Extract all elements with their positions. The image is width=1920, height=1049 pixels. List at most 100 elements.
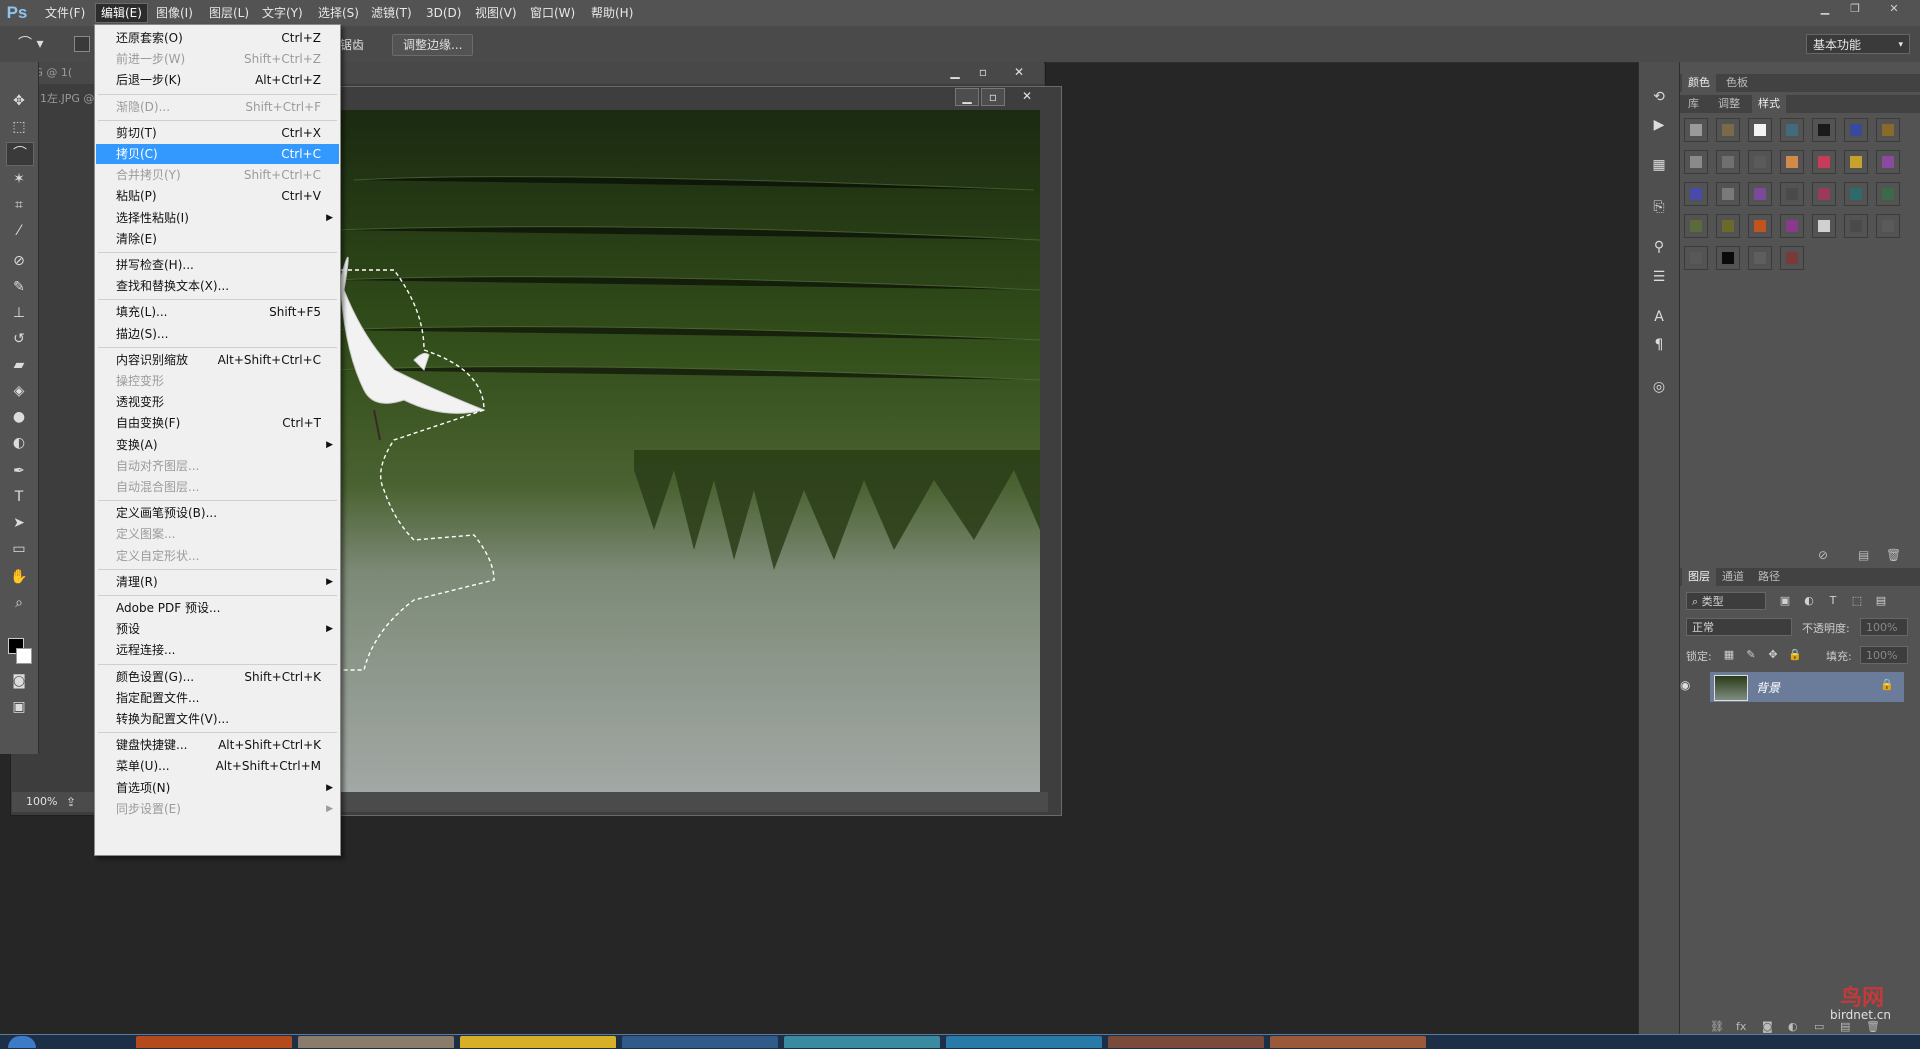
minimize-icon[interactable]: ▁	[1812, 0, 1838, 18]
menu-8[interactable]: 视图(V)	[470, 4, 522, 22]
style-swatch[interactable]	[1684, 118, 1708, 142]
eraser-tool-icon[interactable]: ▰	[6, 354, 32, 376]
style-swatch[interactable]	[1876, 118, 1900, 142]
menu-2[interactable]: 图像(I)	[151, 4, 198, 22]
delete-style-icon[interactable]: 🗑	[1886, 548, 1901, 562]
style-swatch[interactable]	[1780, 118, 1804, 142]
blend-mode-select[interactable]: 正常	[1686, 618, 1792, 636]
filter-smart-object-icon[interactable]: ▤	[1872, 592, 1890, 610]
dodge-tool-icon[interactable]: ◐	[6, 432, 32, 454]
style-swatch[interactable]	[1716, 246, 1740, 270]
taskbar-item-7[interactable]	[1108, 1036, 1264, 1048]
style-swatch[interactable]	[1780, 214, 1804, 238]
menu-3[interactable]: 图层(L)	[204, 4, 254, 22]
properties-panel-icon[interactable]: ▦	[1648, 154, 1670, 176]
taskbar-item-5[interactable]	[784, 1036, 940, 1048]
style-swatch[interactable]	[1844, 182, 1868, 206]
style-swatch[interactable]	[1684, 150, 1708, 174]
style-swatch[interactable]	[1844, 214, 1868, 238]
crop-tool-icon[interactable]: ⌗	[6, 194, 32, 216]
layer-filter-select[interactable]: ⌕ 类型	[1686, 592, 1766, 610]
lock-all-icon[interactable]: 🔒	[1786, 646, 1804, 664]
move-tool-icon[interactable]: ✥	[6, 90, 32, 112]
lasso-preset-icon[interactable]: ⌒ ▾	[18, 34, 58, 54]
edit-menu-item[interactable]: 拷贝(C) Ctrl+C	[96, 144, 339, 164]
style-swatch[interactable]	[1748, 214, 1772, 238]
edit-menu-item[interactable]: 选择性粘贴(I) ▶	[96, 208, 339, 228]
edit-menu-item[interactable]: 清理(R) ▶	[96, 572, 339, 592]
fill-field[interactable]: 100%	[1860, 646, 1908, 664]
taskbar-item-8[interactable]	[1270, 1036, 1426, 1048]
menu-1[interactable]: 编辑(E)	[95, 3, 148, 23]
doc-back-restore-icon[interactable]: ▫	[972, 64, 994, 80]
style-swatch[interactable]	[1812, 182, 1836, 206]
shape-tool-icon[interactable]: ▭	[6, 538, 32, 560]
link-layers-icon[interactable]: ⛓	[1710, 1020, 1724, 1033]
zoom-level[interactable]: 100%	[26, 792, 57, 812]
style-swatch[interactable]	[1876, 182, 1900, 206]
quick-mask-icon[interactable]: ◙	[6, 670, 32, 692]
lock-pixels-icon[interactable]: ✎	[1742, 646, 1760, 664]
style-swatch[interactable]	[1844, 118, 1868, 142]
edit-menu-item[interactable]: 内容识别缩放 Alt+Shift+Ctrl+C	[96, 350, 339, 370]
lock-transparency-icon[interactable]: ▦	[1720, 646, 1738, 664]
canvas-photo-egret[interactable]	[334, 110, 1040, 792]
new-style-icon[interactable]: ▤	[1858, 548, 1869, 562]
menu-5[interactable]: 选择(S)	[313, 4, 364, 22]
tab-layers[interactable]: 图层	[1682, 568, 1716, 586]
doc-restore-icon[interactable]: ▫	[981, 88, 1005, 106]
zoom-tool-icon[interactable]: ⌕	[6, 592, 32, 614]
3d-panel-icon[interactable]: ◎	[1648, 376, 1670, 398]
edit-menu-item[interactable]: 首选项(N) ▶	[96, 778, 339, 798]
edit-menu-item[interactable]: 键盘快捷键... Alt+Shift+Ctrl+K	[96, 735, 339, 755]
close-icon[interactable]: ✕	[1874, 0, 1914, 18]
edit-menu-item[interactable]: 定义画笔预设(B)...	[96, 503, 339, 523]
filter-shape-icon[interactable]: ⬚	[1848, 592, 1866, 610]
taskbar-item-4[interactable]	[622, 1036, 778, 1048]
style-swatch[interactable]	[1684, 182, 1708, 206]
style-swatch[interactable]	[1684, 246, 1708, 270]
filter-type-icon[interactable]: T	[1824, 592, 1842, 610]
refine-edge-button[interactable]: 调整边缘...	[392, 34, 474, 56]
paragraph-panel-icon[interactable]: ¶	[1648, 334, 1670, 356]
doc-back-minimize-icon[interactable]: ▁	[944, 64, 966, 80]
filter-pixel-icon[interactable]: ▣	[1776, 592, 1794, 610]
workspace-select[interactable]: 基本功能 ▾	[1806, 34, 1910, 54]
style-swatch[interactable]	[1748, 150, 1772, 174]
taskbar-item-1[interactable]	[136, 1036, 292, 1048]
lock-position-icon[interactable]: ✥	[1764, 646, 1782, 664]
edit-menu-item[interactable]: 颜色设置(G)... Shift+Ctrl+K	[96, 667, 339, 687]
doc-close-icon[interactable]: ✕	[1016, 88, 1038, 104]
share-icon[interactable]: ⇪	[66, 792, 76, 812]
edit-menu-item[interactable]: 后退一步(K) Alt+Ctrl+Z	[96, 70, 339, 90]
adjustments-panel-icon[interactable]: ☰	[1648, 266, 1670, 288]
magic-wand-tool-icon[interactable]: ✶	[6, 168, 32, 190]
menu-6[interactable]: 滤镜(T)	[366, 4, 417, 22]
style-swatch[interactable]	[1716, 118, 1740, 142]
layer-row-background[interactable]: ◉ 背景 🔒	[1680, 672, 1904, 702]
tab-styles[interactable]: 样式	[1752, 95, 1786, 113]
brush-tool-icon[interactable]: ✎	[6, 276, 32, 298]
doc-minimize-icon[interactable]: ▁	[955, 88, 979, 106]
healing-brush-tool-icon[interactable]: ⊘	[6, 250, 32, 272]
edit-menu-item[interactable]: 自由变换(F) Ctrl+T	[96, 413, 339, 433]
menu-4[interactable]: 文字(Y)	[257, 4, 308, 22]
edit-menu-item[interactable]: 剪切(T) Ctrl+X	[96, 123, 339, 143]
marquee-tool-icon[interactable]: ⬚	[6, 116, 32, 138]
style-swatch[interactable]	[1716, 214, 1740, 238]
history-panel-icon[interactable]: ⟲	[1648, 86, 1670, 108]
edit-menu-item[interactable]: 预设 ▶	[96, 619, 339, 639]
taskbar-item-3[interactable]	[460, 1036, 616, 1048]
style-swatch[interactable]	[1844, 150, 1868, 174]
blur-tool-icon[interactable]: ●	[6, 406, 32, 428]
background-color-swatch[interactable]	[16, 648, 32, 664]
pen-tool-icon[interactable]: ✒	[6, 460, 32, 482]
filter-adjustment-icon[interactable]: ◐	[1800, 592, 1818, 610]
style-swatch[interactable]	[1780, 150, 1804, 174]
style-swatch[interactable]	[1812, 214, 1836, 238]
style-swatch[interactable]	[1716, 182, 1740, 206]
edit-menu-item[interactable]: 远程连接...	[96, 640, 339, 660]
edit-menu-item[interactable]: 还原套索(O) Ctrl+Z	[96, 28, 339, 48]
paint-bucket-tool-icon[interactable]: ◈	[6, 380, 32, 402]
taskbar-item-2[interactable]	[298, 1036, 454, 1048]
